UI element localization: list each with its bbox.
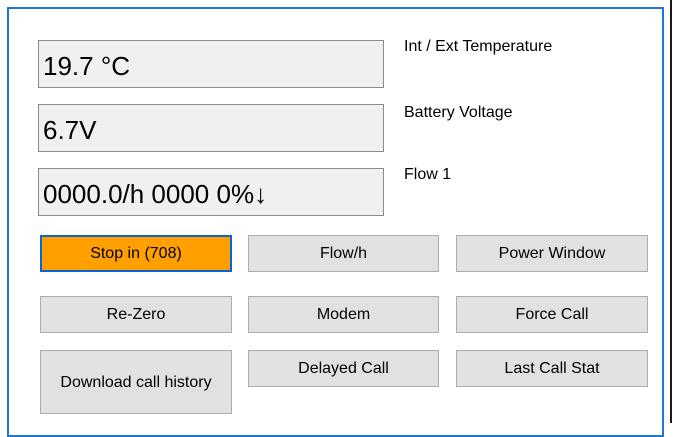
download-call-history-button[interactable]: Download call history [40,350,232,414]
force-call-button[interactable]: Force Call [456,296,648,333]
stop-button[interactable]: Stop in (708) [40,235,232,272]
flow-readout: 0000.0/h 0000 0%↓ [38,168,384,216]
delayed-call-button[interactable]: Delayed Call [248,350,439,387]
window-edge [670,0,672,423]
re-zero-button[interactable]: Re-Zero [40,296,232,333]
battery-voltage-label: Battery Voltage [404,104,513,121]
flow-per-hour-button[interactable]: Flow/h [248,235,439,272]
temperature-label: Int / Ext Temperature [404,38,553,55]
battery-voltage-readout: 6.7V [38,104,384,152]
temperature-readout: 19.7 °C [38,40,384,88]
flow-label: Flow 1 [404,166,452,183]
modem-button[interactable]: Modem [248,296,439,333]
last-call-stat-button[interactable]: Last Call Stat [456,350,648,387]
power-window-button[interactable]: Power Window [456,235,648,272]
